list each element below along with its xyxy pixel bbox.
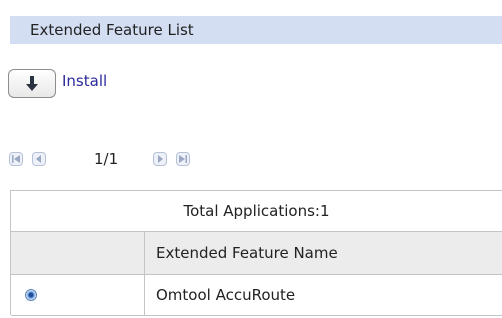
row-select-radio[interactable] — [25, 289, 37, 301]
download-arrow-icon — [26, 75, 38, 91]
total-applications-count: 1 — [319, 202, 330, 220]
previous-page-button[interactable] — [32, 152, 46, 166]
total-applications-label: Total Applications — [183, 202, 315, 220]
table-row-name-cell: Omtool AccuRoute — [145, 275, 502, 316]
section-header: Extended Feature List — [10, 16, 502, 44]
page-title: Extended Feature List — [30, 21, 194, 39]
next-page-icon — [158, 155, 163, 163]
applications-table: Total Applications:1 Extended Feature Na… — [10, 190, 502, 316]
select-column-header — [11, 232, 145, 275]
page-indicator: 1/1 — [94, 150, 119, 168]
total-applications-row: Total Applications:1 — [11, 191, 502, 232]
first-page-button[interactable] — [9, 152, 23, 166]
install-button[interactable] — [8, 69, 56, 98]
previous-page-icon — [36, 155, 41, 163]
next-page-button[interactable] — [153, 152, 167, 166]
first-page-icon — [12, 155, 20, 163]
last-page-button[interactable] — [176, 152, 190, 166]
table-row-select-cell — [11, 275, 145, 316]
install-link[interactable]: Install — [62, 72, 107, 90]
name-column-header: Extended Feature Name — [145, 232, 502, 275]
last-page-icon — [179, 155, 187, 163]
